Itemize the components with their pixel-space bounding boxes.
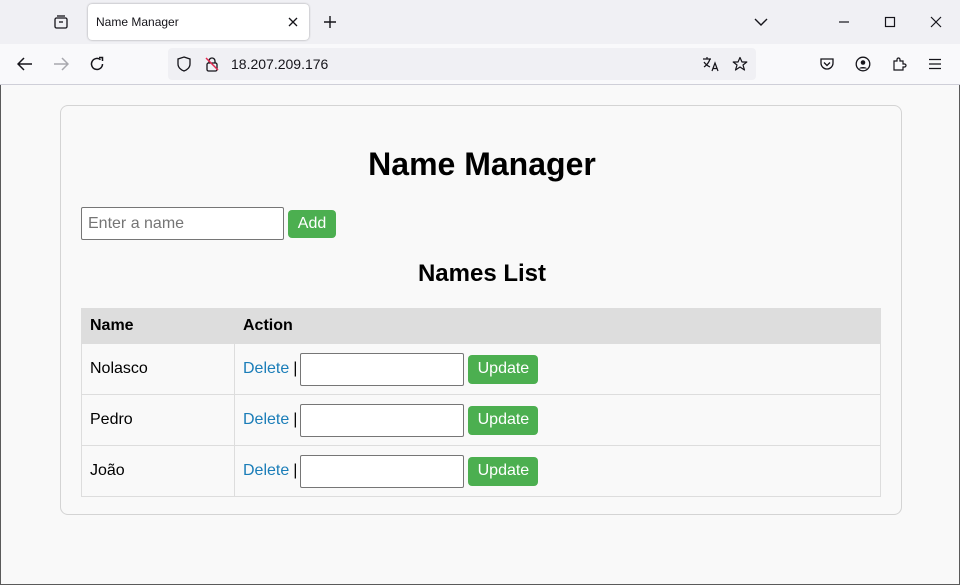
separator: |	[293, 462, 298, 479]
update-name-input[interactable]	[300, 352, 465, 386]
names-table: Name Action Nolasco Delete | Update Pedr…	[81, 308, 881, 497]
delete-link[interactable]: Delete	[243, 360, 289, 378]
action-cell: Delete | Update	[234, 445, 881, 497]
insecure-lock-icon[interactable]	[202, 54, 222, 74]
update-button[interactable]: Update	[468, 354, 539, 384]
page-title: Name Manager	[368, 146, 596, 182]
table-row: João Delete | Update	[81, 445, 881, 497]
active-tab[interactable]: Name Manager	[88, 4, 309, 40]
names-list-title: Names List	[417, 260, 547, 287]
page-viewport: Name Manager Add Names List Name Action …	[0, 85, 960, 585]
chevron-down-icon[interactable]	[749, 10, 773, 34]
separator: |	[293, 411, 298, 428]
separator: |	[293, 360, 298, 377]
update-button[interactable]: Update	[468, 405, 539, 435]
bookmark-star-icon[interactable]	[730, 54, 750, 74]
shield-icon[interactable]	[174, 54, 194, 74]
reload-icon[interactable]	[83, 50, 111, 78]
name-manager-card: Name Manager Add Names List Name Action …	[60, 105, 902, 515]
new-tab-icon[interactable]	[318, 10, 342, 34]
table-header-row: Name Action	[81, 308, 881, 344]
extensions-icon[interactable]	[885, 50, 913, 78]
nav-bar: 18.207.209.176	[0, 44, 960, 85]
tab-title: Name Manager	[96, 15, 179, 29]
update-name-input[interactable]	[300, 454, 465, 488]
menu-icon[interactable]	[921, 50, 949, 78]
table-row: Nolasco Delete | Update	[81, 343, 881, 395]
action-cell: Delete | Update	[234, 343, 881, 395]
table-row: Pedro Delete | Update	[81, 394, 881, 446]
name-cell: João	[81, 445, 235, 497]
update-button[interactable]: Update	[468, 456, 539, 486]
name-cell: Nolasco	[81, 343, 235, 395]
delete-link[interactable]: Delete	[243, 462, 289, 480]
tab-strip: Name Manager	[0, 0, 960, 44]
delete-link[interactable]: Delete	[243, 411, 289, 429]
tab-close-icon[interactable]	[283, 12, 303, 32]
window-close-icon[interactable]	[913, 0, 959, 44]
update-name-input[interactable]	[300, 403, 465, 437]
url-bar[interactable]: 18.207.209.176	[168, 48, 756, 80]
column-header-name: Name	[81, 308, 235, 344]
maximize-icon[interactable]	[867, 0, 913, 44]
forward-arrow-icon[interactable]	[47, 50, 75, 78]
column-header-action: Action	[234, 308, 881, 344]
pocket-icon[interactable]	[813, 50, 841, 78]
name-input[interactable]	[81, 207, 284, 240]
add-button[interactable]: Add	[288, 210, 336, 238]
minimize-icon[interactable]	[821, 0, 867, 44]
account-icon[interactable]	[849, 50, 877, 78]
translate-icon[interactable]	[701, 54, 721, 74]
action-cell: Delete | Update	[234, 394, 881, 446]
tab-list-icon[interactable]	[45, 8, 77, 36]
name-cell: Pedro	[81, 394, 235, 446]
back-arrow-icon[interactable]	[11, 50, 39, 78]
url-text: 18.207.209.176	[231, 56, 329, 72]
